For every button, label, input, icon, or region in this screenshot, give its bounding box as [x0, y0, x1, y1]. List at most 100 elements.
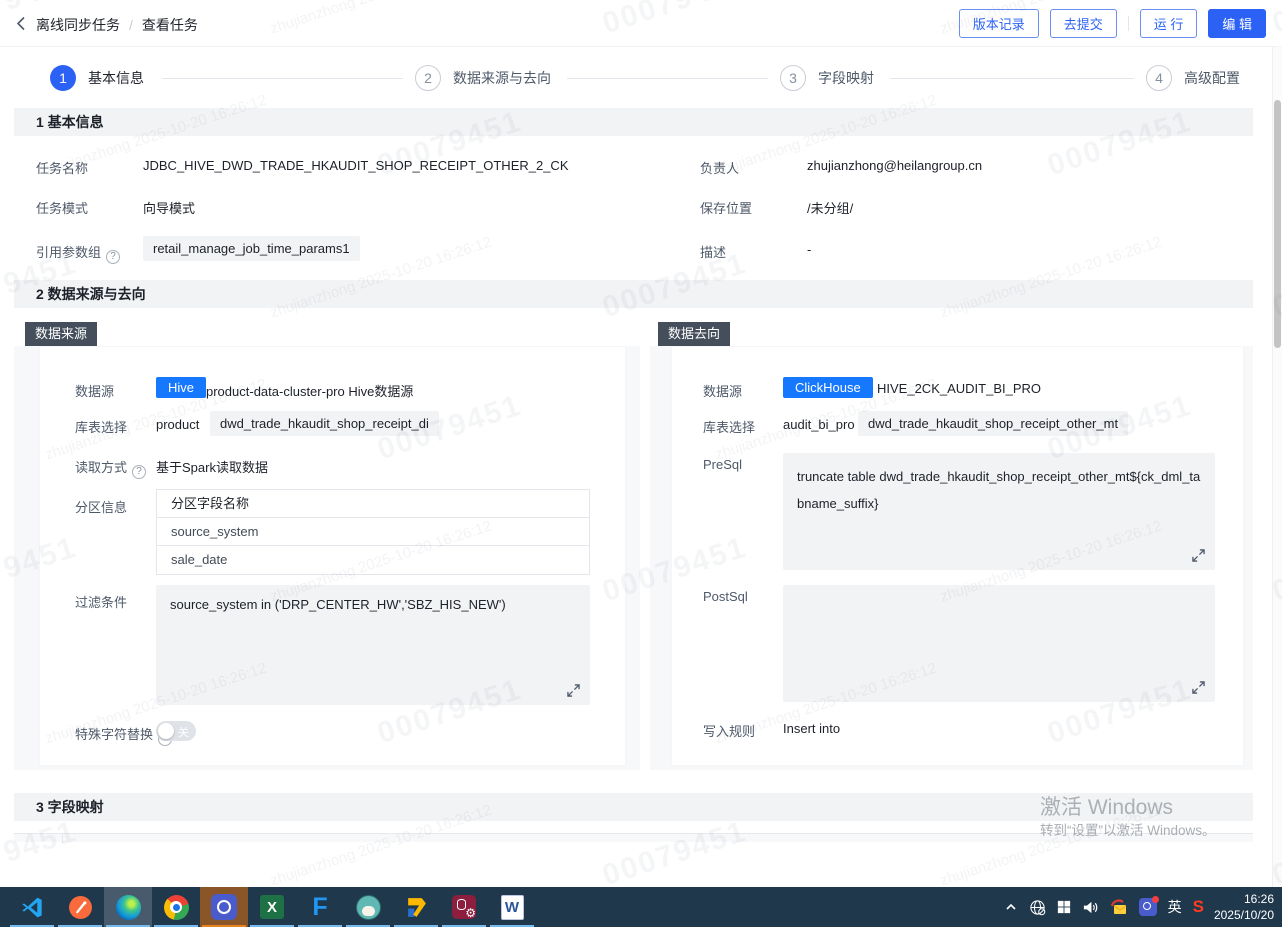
dest-datasource-label: 数据源 — [703, 381, 742, 400]
source-read-mode-value: 基于Spark读取数据 — [156, 457, 268, 476]
dest-table-name-tag: dwd_trade_hkaudit_shop_receipt_other_mt — [858, 411, 1128, 436]
submit-button[interactable]: 去提交 — [1050, 9, 1117, 38]
source-table-name-tag: dwd_trade_hkaudit_shop_receipt_di — [210, 411, 439, 436]
watermark-user-text: zhujianzhong 2025-10-20 16:26:12 — [938, 234, 1164, 322]
tray-item-chat-notification[interactable] — [1139, 898, 1157, 916]
taskbar-app-chrome[interactable] — [152, 887, 200, 927]
yellow-tool-icon — [404, 895, 429, 920]
breadcrumb-current: 查看任务 — [142, 17, 198, 33]
postsql-label: PostSql — [703, 589, 748, 604]
version-history-button[interactable]: 版本记录 — [959, 9, 1039, 38]
back-icon[interactable] — [16, 16, 26, 31]
edge-icon — [116, 895, 141, 920]
taskbar-app-word[interactable]: W — [488, 887, 536, 927]
step-label: 数据来源与去向 — [453, 68, 551, 88]
step-label: 字段映射 — [818, 68, 874, 88]
help-icon[interactable]: ? — [132, 465, 146, 479]
taskbar-app-f-app[interactable]: F — [296, 887, 344, 927]
field-value-description: - — [807, 242, 811, 257]
source-filter-label: 过滤条件 — [75, 592, 127, 611]
special-char-toggle[interactable]: 关 — [156, 721, 196, 741]
field-value-task-mode: 向导模式 — [143, 198, 195, 217]
windows-activation-title: 激活 Windows — [1040, 791, 1173, 821]
postsql-textarea[interactable] — [783, 585, 1215, 702]
step-number: 3 — [780, 65, 806, 91]
field-label-owner: 负责人 — [700, 158, 739, 177]
write-rule-label: 写入规则 — [703, 721, 755, 740]
f-app-icon: F — [312, 895, 327, 920]
source-partition-label: 分区信息 — [75, 497, 127, 516]
field-label-task-name: 任务名称 — [36, 158, 88, 177]
field-value-save-location: /未分组/ — [807, 198, 853, 217]
clock-time: 16:26 — [1214, 891, 1274, 907]
step-connector — [567, 78, 768, 79]
tray-item-ime-english[interactable]: 英 — [1168, 897, 1182, 917]
breadcrumb-parent[interactable]: 离线同步任务 — [36, 17, 120, 33]
tray-item-volume[interactable] — [1082, 899, 1099, 916]
source-datasource-value: product-data-cluster-pro Hive数据源 — [206, 381, 413, 400]
step-basic-info[interactable]: 1 基本信息 — [50, 65, 144, 91]
taskbar-app-excel[interactable]: X — [248, 887, 296, 927]
taskbar-app-chat-app[interactable] — [200, 887, 248, 927]
help-icon[interactable]: ? — [106, 250, 120, 264]
partition-table-header: 分区字段名称 — [157, 490, 589, 518]
breadcrumb: 离线同步任务 / 查看任务 — [36, 15, 198, 35]
filter-condition-textarea[interactable]: source_system in ('DRP_CENTER_HW','SBZ_H… — [156, 585, 590, 705]
edit-button[interactable]: 编 辑 — [1208, 9, 1266, 38]
network-globe-icon — [1029, 899, 1046, 916]
step-connector — [162, 78, 403, 79]
partition-table: 分区字段名称 source_system sale_date — [156, 489, 590, 575]
scrollbar-thumb[interactable] — [1274, 100, 1281, 348]
windows-activation-subtitle: 转到“设置”以激活 Windows。 — [1040, 819, 1216, 839]
taskbar-app-vscode[interactable] — [8, 887, 56, 927]
field-label-param-group: 引用参数组? — [36, 242, 120, 264]
window-panes-icon — [1057, 900, 1071, 914]
excel-icon: X — [260, 895, 284, 919]
tray-item-window-panes[interactable] — [1057, 900, 1071, 914]
step-source-dest[interactable]: 2 数据来源与去向 — [415, 65, 551, 91]
field-label-save-location: 保存位置 — [700, 198, 752, 217]
taskbar-app-database-tool[interactable]: ⚙ — [440, 887, 488, 927]
run-button[interactable]: 运 行 — [1140, 9, 1198, 38]
chat-app-icon — [211, 894, 237, 920]
foxmail-icon — [1110, 898, 1128, 916]
tray-item-tray-expand[interactable] — [1004, 900, 1018, 914]
ime-english-indicator: 英 — [1168, 897, 1182, 917]
clock-date: 2025/10/20 — [1214, 907, 1274, 923]
step-number: 1 — [50, 65, 76, 91]
taskbar-app-pen-editor[interactable] — [56, 887, 104, 927]
step-field-mapping[interactable]: 3 字段映射 — [780, 65, 874, 91]
tray-item-foxmail[interactable] — [1110, 898, 1128, 916]
partition-row: source_system — [157, 518, 589, 546]
presql-label: PreSql — [703, 457, 742, 472]
dbeaver-icon — [356, 895, 381, 920]
expand-icon[interactable] — [1192, 549, 1205, 562]
step-number: 2 — [415, 65, 441, 91]
watermark-id-text: 00079451 — [598, 815, 751, 894]
expand-icon[interactable] — [1192, 681, 1205, 694]
taskbar-app-edge[interactable] — [104, 887, 152, 927]
taskbar-app-dbeaver[interactable] — [344, 887, 392, 927]
presql-textarea[interactable]: truncate table dwd_trade_hkaudit_shop_re… — [783, 453, 1215, 570]
page-header: 离线同步任务 / 查看任务 版本记录 去提交 运 行 编 辑 — [0, 0, 1282, 47]
field-value-task-name: JDBC_HIVE_DWD_TRADE_HKAUDIT_SHOP_RECEIPT… — [143, 158, 569, 173]
source-read-mode-label: 读取方式? — [75, 457, 146, 479]
section-basic-info-title: 1 基本信息 — [14, 108, 1253, 136]
sogou-icon: S — [1193, 897, 1204, 917]
watermark-id-text: 00079451 — [0, 815, 81, 894]
step-advanced-config[interactable]: 4 高级配置 — [1146, 65, 1240, 91]
expand-icon[interactable] — [567, 684, 580, 697]
taskbar-app-yellow-tool[interactable] — [392, 887, 440, 927]
taskbar-clock[interactable]: 16:26 2025/10/20 — [1214, 891, 1274, 923]
tray-item-network-globe[interactable] — [1029, 899, 1046, 916]
vscode-icon — [20, 895, 45, 920]
step-label: 高级配置 — [1184, 68, 1240, 88]
taskbar: X F ⚙W 英S 16:26 2025/10/20 — [0, 887, 1282, 927]
tray-item-sogou[interactable]: S — [1193, 897, 1204, 917]
step-connector — [890, 78, 1134, 79]
dest-datasource-type-badge: ClickHouse — [783, 377, 873, 398]
source-table-label: 库表选择 — [75, 417, 127, 436]
source-db-name: product — [156, 417, 199, 432]
field-value-param-group-tag: retail_manage_job_time_params1 — [143, 236, 360, 261]
breadcrumb-separator: / — [129, 17, 133, 33]
